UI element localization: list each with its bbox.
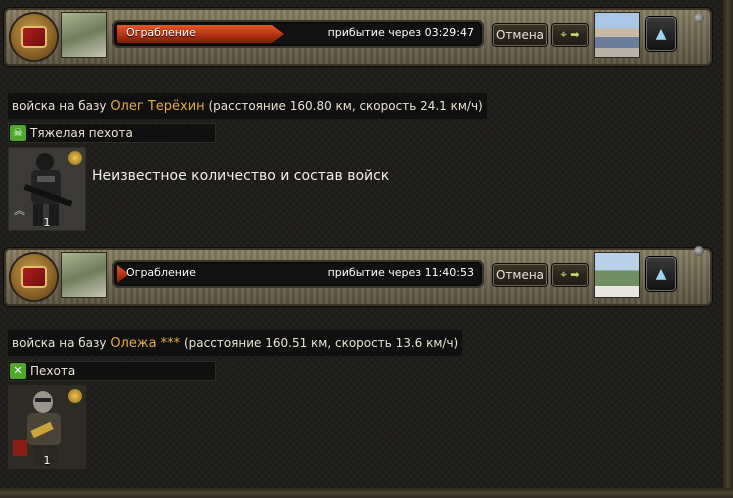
unit-type-row: ☠ Тяжелая пехота (8, 123, 216, 143)
unknown-composition-note: Неизвестное количество и состав войск (92, 168, 390, 184)
unit-type-row: ✕ Пехота (8, 361, 216, 381)
mission-progress-track: Ограбление прибытие через 03:29:47 (112, 20, 484, 48)
locate-on-map-button[interactable]: ⌖ ➡ (552, 264, 588, 286)
unit-card[interactable]: ︽ 1 (8, 147, 86, 231)
chevron-up-icon: ▲ (655, 266, 667, 282)
info-prefix: войска на базу (12, 336, 107, 350)
robbery-mission-emblem (11, 254, 57, 300)
unit-count: 1 (43, 454, 51, 467)
attack-info-line: войска на базу Олег Терёхин (расстояние … (8, 93, 487, 119)
cancel-button[interactable]: Отмена (493, 264, 547, 286)
info-prefix: войска на базу (12, 99, 107, 113)
cancel-button[interactable]: Отмена (493, 24, 547, 46)
crossed-swords-icon: ✕ (10, 363, 26, 379)
attack-header-bar: Ограбление прибытие через 11:40:53 Отмен… (4, 246, 712, 306)
veteran-star-icon (68, 389, 82, 403)
arrival-countdown: прибытие через 11:40:53 (327, 266, 474, 279)
attack-header-bar: Ограбление прибытие через 03:29:47 Отмен… (4, 8, 712, 66)
mission-type-label: Ограбление (126, 26, 196, 39)
robbery-mission-emblem (11, 14, 57, 60)
bolt-decoration (694, 13, 704, 23)
panel-right-border (723, 0, 733, 498)
mission-type-label: Ограбление (126, 266, 196, 279)
distance-speed: (расстояние 160.51 км, скорость 13.6 км/… (184, 336, 459, 350)
arrival-countdown: прибытие через 03:29:47 (327, 26, 474, 39)
chevron-up-icon: ▲ (655, 26, 667, 42)
player-nickname[interactable]: Олег Терёхин (110, 99, 204, 114)
target-avatar[interactable] (594, 12, 640, 58)
attacker-avatar[interactable] (61, 252, 107, 298)
collapse-button[interactable]: ▲ (646, 17, 676, 51)
unit-type-label: Тяжелая пехота (30, 126, 133, 140)
veteran-star-icon (68, 151, 82, 165)
unit-card[interactable]: 1 (8, 385, 86, 469)
skull-icon: ☠ (10, 125, 26, 141)
unit-type-label: Пехота (30, 364, 76, 378)
distance-speed: (расстояние 160.80 км, скорость 24.1 км/… (208, 99, 483, 113)
bolt-decoration (694, 246, 704, 256)
unit-count: 1 (43, 216, 51, 229)
attacker-avatar[interactable] (61, 12, 107, 58)
panel-bottom-border (0, 488, 733, 498)
player-nickname[interactable]: Олежа *** (110, 336, 180, 351)
attack-info-line: войска на базу Олежа *** (расстояние 160… (8, 330, 463, 356)
map-pin-arrow-icon: ⌖ ➡ (560, 28, 580, 41)
target-avatar[interactable] (594, 252, 640, 298)
map-pin-arrow-icon: ⌖ ➡ (560, 268, 580, 281)
mission-progress-track: Ограбление прибытие через 11:40:53 (112, 260, 484, 288)
locate-on-map-button[interactable]: ⌖ ➡ (552, 24, 588, 46)
collapse-button[interactable]: ▲ (646, 257, 676, 291)
